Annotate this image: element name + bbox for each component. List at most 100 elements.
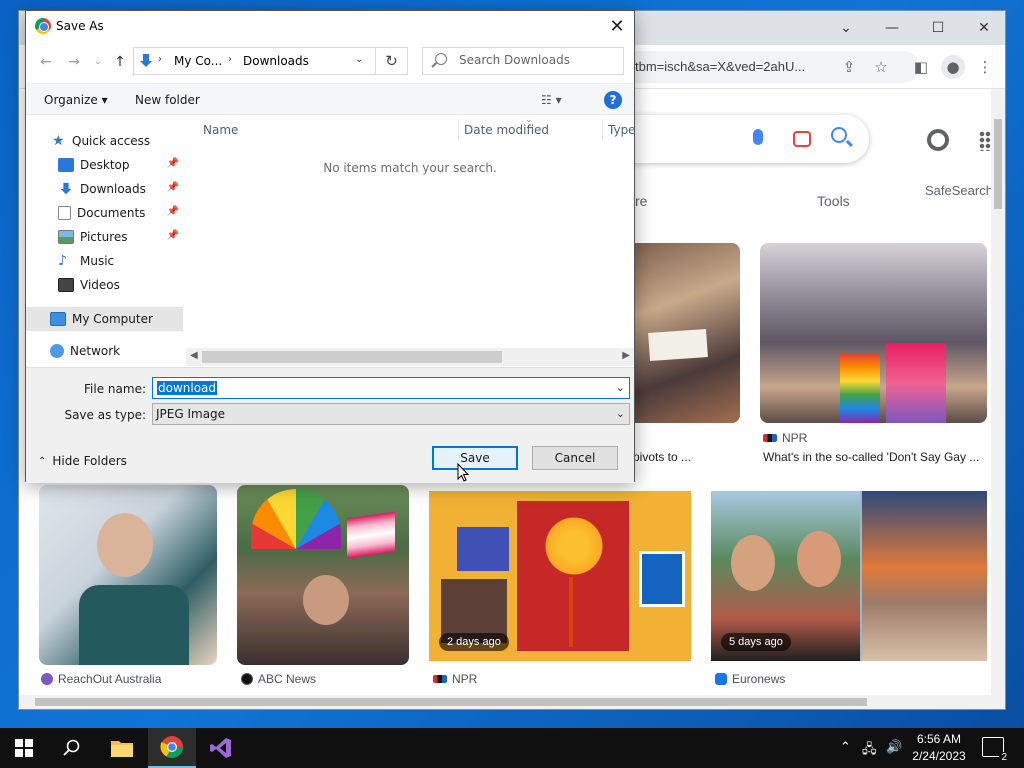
tab-search-icon[interactable]: ⌄ bbox=[823, 17, 869, 39]
result-title-fragment[interactable]: pivots to ... bbox=[633, 450, 691, 464]
scrollbar-thumb[interactable] bbox=[994, 119, 1002, 209]
navigation-pane: ★ Quick access Desktop 📌 Downloads 📌 Doc… bbox=[26, 115, 183, 363]
cancel-button[interactable]: Cancel bbox=[532, 446, 618, 470]
save-type-select[interactable]: JPEG Image ⌄ bbox=[152, 403, 630, 425]
chrome-taskbar-button[interactable] bbox=[148, 728, 196, 768]
up-arrow-icon[interactable]: ↑ bbox=[110, 53, 130, 71]
nav-item-videos[interactable]: Videos bbox=[26, 273, 183, 297]
scroll-right-icon[interactable]: ▶ bbox=[622, 350, 630, 361]
search-icon[interactable] bbox=[831, 127, 847, 143]
page-vertical-scrollbar[interactable] bbox=[991, 89, 1005, 697]
apps-grid-icon[interactable] bbox=[979, 131, 991, 151]
side-panel-icon[interactable]: ◧ bbox=[911, 57, 931, 77]
breadcrumb-item[interactable]: My Co... bbox=[174, 54, 222, 68]
share-icon[interactable]: ⇪ bbox=[839, 57, 859, 77]
volume-icon[interactable]: 🔊 bbox=[886, 740, 902, 755]
close-icon[interactable]: ✕ bbox=[961, 17, 1007, 39]
close-icon[interactable]: ✕ bbox=[606, 15, 628, 37]
taskbar-search-button[interactable] bbox=[48, 728, 96, 768]
back-arrow-icon[interactable]: ← bbox=[36, 53, 56, 71]
nav-item-label: Documents bbox=[77, 206, 146, 220]
npr-logo-icon bbox=[433, 675, 447, 683]
column-separator[interactable] bbox=[458, 119, 459, 141]
system-clock[interactable]: 6:56 AM 2/24/2023 bbox=[903, 731, 975, 765]
nav-item-pictures[interactable]: Pictures 📌 bbox=[26, 225, 183, 249]
visual-studio-button[interactable] bbox=[197, 728, 245, 768]
pin-icon[interactable]: 📌 bbox=[167, 158, 179, 169]
result-image-protest-1[interactable] bbox=[619, 243, 740, 423]
pin-icon[interactable]: 📌 bbox=[167, 206, 179, 217]
result-source-npr-2[interactable]: NPR bbox=[433, 672, 477, 686]
result-image-npr-illustration[interactable]: 2 days ago bbox=[429, 491, 691, 661]
result-image-reachout[interactable] bbox=[39, 485, 217, 665]
result-image-abc[interactable] bbox=[237, 485, 409, 665]
nav-item-quick-access[interactable]: ★ Quick access bbox=[26, 129, 183, 153]
result-source-npr[interactable]: NPR bbox=[763, 431, 807, 445]
organize-button[interactable]: Organize ▾ bbox=[44, 93, 108, 107]
result-title[interactable]: What's in the so-called 'Don't Say Gay .… bbox=[763, 450, 979, 464]
tools-button[interactable]: Tools bbox=[817, 193, 850, 209]
minimize-icon[interactable]: — bbox=[869, 17, 915, 39]
new-folder-button[interactable]: New folder bbox=[135, 93, 200, 107]
column-header-date-modified[interactable]: Date modified bbox=[464, 123, 549, 137]
settings-gear-icon[interactable] bbox=[927, 129, 949, 151]
save-button[interactable]: Save bbox=[432, 446, 518, 470]
file-explorer-button[interactable] bbox=[98, 728, 146, 768]
menu-kebab-icon[interactable]: ⋮ bbox=[975, 57, 995, 77]
bookmark-star-icon[interactable]: ☆ bbox=[871, 57, 891, 77]
scrollbar-thumb[interactable] bbox=[202, 351, 502, 363]
profile-avatar-icon[interactable]: ● bbox=[941, 55, 965, 79]
network-tray-icon[interactable]: 🖧 bbox=[862, 740, 877, 762]
google-search-box[interactable] bbox=[629, 115, 869, 163]
view-options-icon[interactable]: ☷ ▾ bbox=[541, 93, 562, 107]
pin-icon[interactable]: 📌 bbox=[167, 182, 179, 193]
lens-search-icon[interactable] bbox=[793, 131, 811, 147]
result-source-abc[interactable]: ABC News bbox=[241, 672, 316, 686]
hide-folders-button[interactable]: ⌃ Hide Folders bbox=[38, 454, 127, 468]
nav-item-label: My Computer bbox=[72, 312, 153, 326]
voice-search-icon[interactable] bbox=[753, 129, 763, 145]
help-icon[interactable]: ? bbox=[604, 91, 622, 109]
nav-item-documents[interactable]: Documents 📌 bbox=[26, 201, 183, 225]
search-box[interactable] bbox=[422, 47, 624, 75]
page-horizontal-scrollbar[interactable] bbox=[19, 695, 1005, 709]
column-header-name[interactable]: Name bbox=[203, 123, 238, 137]
nav-item-music[interactable]: ♪ Music bbox=[26, 249, 183, 273]
search-input[interactable] bbox=[459, 53, 619, 67]
scroll-left-icon[interactable]: ◀ bbox=[190, 350, 198, 361]
start-button[interactable] bbox=[0, 728, 48, 768]
nav-item-downloads[interactable]: Downloads 📌 bbox=[26, 177, 183, 201]
forward-arrow-icon[interactable]: → bbox=[64, 53, 84, 71]
nav-item-label: Desktop bbox=[80, 158, 130, 172]
nav-item-my-computer[interactable]: My Computer bbox=[26, 307, 183, 331]
result-image-euronews[interactable]: 5 days ago bbox=[711, 491, 987, 661]
dialog-title: Save As bbox=[56, 19, 104, 33]
result-image-protest-2[interactable] bbox=[760, 243, 987, 423]
nav-item-desktop[interactable]: Desktop 📌 bbox=[26, 153, 183, 177]
column-separator[interactable] bbox=[602, 119, 603, 141]
result-source-reachout[interactable]: ReachOut Australia bbox=[41, 672, 161, 686]
breadcrumb-item[interactable]: Downloads bbox=[243, 54, 309, 68]
safesearch-button[interactable]: SafeSearch bbox=[925, 183, 993, 198]
address-dropdown-icon[interactable]: ⌄ bbox=[355, 54, 363, 65]
file-list-horizontal-scrollbar[interactable]: ◀ ▶ bbox=[186, 348, 634, 366]
column-header-type[interactable]: Type bbox=[608, 123, 636, 137]
dialog-title-bar[interactable]: Save As ✕ bbox=[26, 11, 634, 41]
file-name-dropdown-icon[interactable]: ⌄ bbox=[616, 381, 625, 394]
address-breadcrumb[interactable]: › My Co... › Downloads ⌄ bbox=[133, 47, 376, 75]
face-shape bbox=[731, 535, 775, 591]
show-hidden-icons-chevron-icon[interactable]: ⌃ bbox=[840, 740, 851, 755]
recent-locations-chevron-icon[interactable]: ⌄ bbox=[88, 53, 108, 71]
nav-tab-fragment[interactable]: re bbox=[635, 193, 647, 209]
file-name-input[interactable]: download ⌄ bbox=[152, 377, 630, 399]
refresh-icon: ↻ bbox=[385, 52, 398, 70]
notification-center-icon[interactable]: 2 bbox=[982, 737, 1009, 763]
nav-item-network[interactable]: Network bbox=[26, 339, 183, 363]
refresh-button[interactable]: ↻ bbox=[376, 47, 408, 75]
maximize-icon[interactable]: ☐ bbox=[915, 17, 961, 39]
result-source-euronews[interactable]: Euronews bbox=[715, 672, 785, 686]
save-type-dropdown-icon[interactable]: ⌄ bbox=[616, 407, 625, 420]
scrollbar-thumb[interactable] bbox=[35, 698, 867, 706]
pin-icon[interactable]: 📌 bbox=[167, 230, 179, 241]
notification-count: 2 bbox=[999, 752, 1009, 763]
